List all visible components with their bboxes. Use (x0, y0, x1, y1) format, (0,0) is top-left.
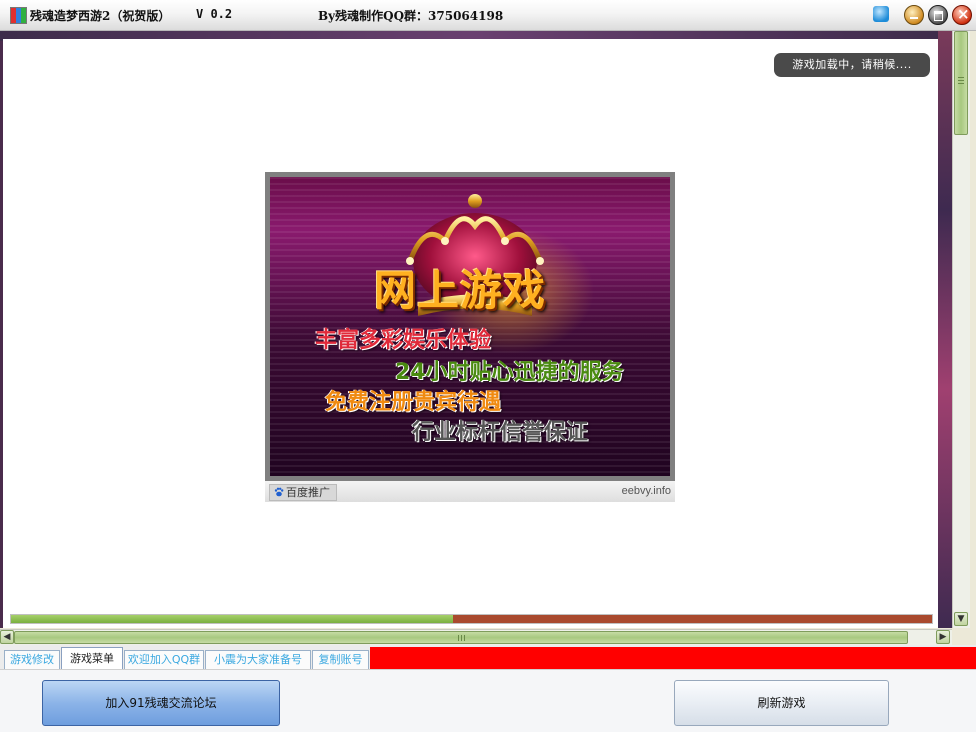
scroll-left-icon[interactable]: ◀ (0, 630, 14, 644)
scrollbar-corner (952, 629, 976, 645)
tab-game-menu[interactable]: 游戏菜单 (61, 647, 123, 669)
close-icon[interactable] (952, 5, 972, 25)
horizontal-scrollbar[interactable]: ◀ ▶ (0, 629, 952, 645)
loading-tooltip: 游戏加载中，请稍候.... (774, 53, 930, 77)
scroll-down-icon[interactable]: ▼ (954, 612, 968, 626)
vertical-scrollbar[interactable]: ▼ (952, 31, 970, 628)
game-background-right (938, 31, 952, 628)
ad-line: 免费注册贵宾待遇 (325, 390, 502, 415)
window-version: V 0.2 (196, 7, 233, 21)
ad-headline: 网上游戏 (374, 266, 547, 315)
minimize-icon[interactable] (904, 5, 924, 25)
ad-site[interactable]: eebvy.info (622, 485, 671, 497)
ad-line: 24小时贴心迅捷的服务 (395, 360, 624, 385)
app-icon (10, 7, 27, 24)
ad-source-label: 百度推广 (286, 486, 330, 499)
paw-icon (274, 487, 284, 497)
maximize-icon[interactable] (928, 5, 948, 25)
title-bar[interactable]: 残魂造梦西游2（祝贺版） V 0.2 By残魂制作QQ群：375064198 (0, 0, 976, 31)
ad-line: 行业标杆信誉保证 (412, 420, 589, 445)
ad-footer: 百度推广 eebvy.info (265, 481, 675, 502)
refresh-game-button[interactable]: 刷新游戏 (674, 680, 889, 726)
loading-progress-fill (11, 615, 454, 623)
skin-icon[interactable] (873, 6, 889, 22)
tab-strip: 游戏修改 游戏菜单 欢迎加入QQ群 小震为大家准备号 复制账号 (0, 645, 976, 669)
horizontal-scroll-thumb[interactable] (14, 631, 908, 644)
vertical-scroll-thumb[interactable] (954, 31, 968, 135)
tab-join-qq-group[interactable]: 欢迎加入QQ群 (124, 650, 204, 669)
ad-image[interactable]: 网上游戏 丰富多彩娱乐体验 24小时贴心迅捷的服务 免费注册贵宾待遇 行业标杆信… (270, 177, 670, 476)
tab-game-modify[interactable]: 游戏修改 (4, 650, 60, 669)
ad-source-badge[interactable]: 百度推广 (269, 484, 337, 501)
join-forum-button[interactable]: 加入91残魂交流论坛 (42, 680, 280, 726)
window-title: 残魂造梦西游2（祝贺版） (30, 9, 171, 23)
window-credit: By残魂制作QQ群：375064198 (318, 9, 504, 23)
scroll-right-icon[interactable]: ▶ (936, 630, 950, 644)
tab-prepared-accounts[interactable]: 小震为大家准备号 (205, 650, 311, 669)
ad-frame: 网上游戏 丰富多彩娱乐体验 24小时贴心迅捷的服务 免费注册贵宾待遇 行业标杆信… (265, 172, 675, 481)
tab-copy-account[interactable]: 复制账号 (312, 650, 369, 669)
ad-line: 丰富多彩娱乐体验 (315, 328, 492, 353)
tab-strip-accent (370, 647, 976, 669)
loading-progress-bar (10, 614, 933, 624)
ad-banner[interactable]: 网上游戏 丰富多彩娱乐体验 24小时贴心迅捷的服务 免费注册贵宾待遇 行业标杆信… (265, 172, 675, 502)
game-menu-panel: 加入91残魂交流论坛 刷新游戏 (0, 669, 976, 732)
